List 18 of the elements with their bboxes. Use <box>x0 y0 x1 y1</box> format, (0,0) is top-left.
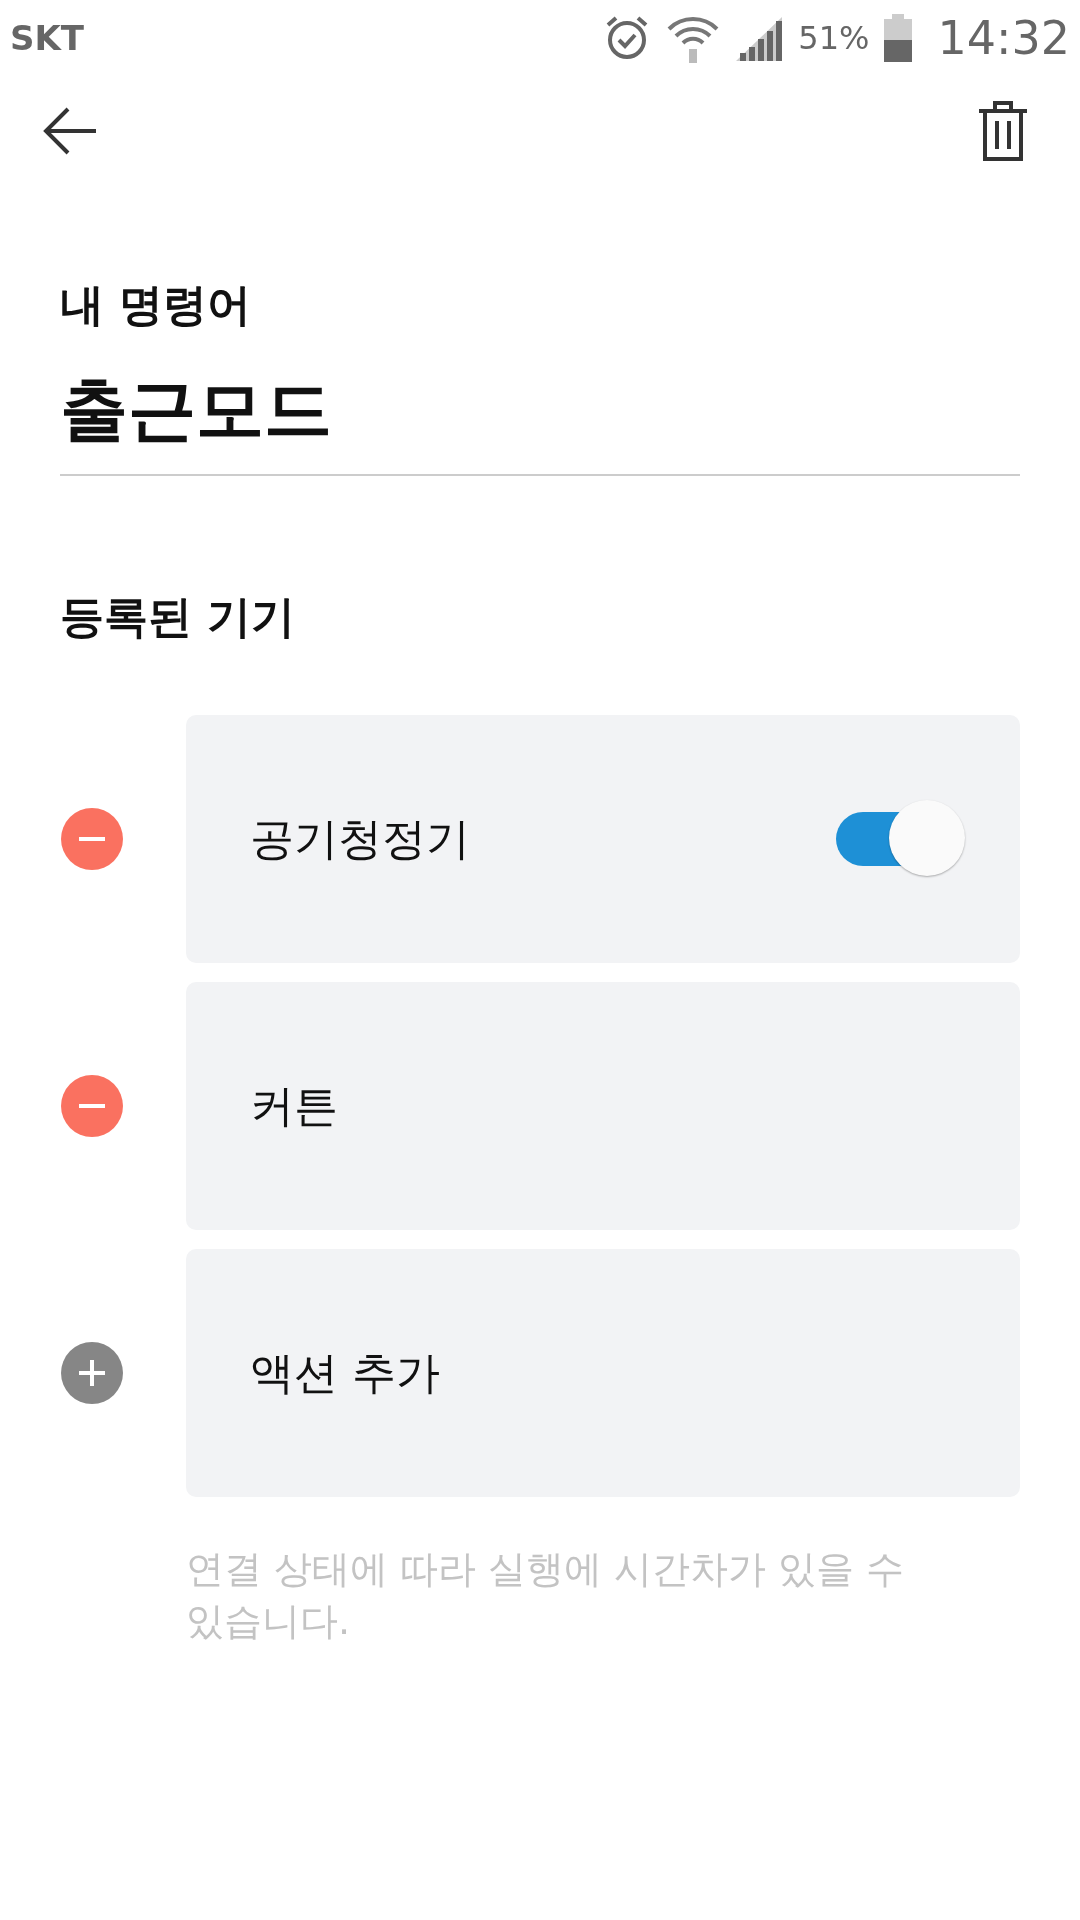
section-title: 등록된 기기 <box>60 590 297 644</box>
device-name: 커튼 <box>250 1078 338 1133</box>
add-icon[interactable] <box>60 1341 124 1405</box>
device-card[interactable]: 공기청정기 <box>186 715 1020 963</box>
battery-icon <box>883 13 914 63</box>
command-name-field[interactable]: 출근모드 <box>60 365 1020 476</box>
device-name: 공기청정기 <box>250 811 470 866</box>
device-card[interactable]: 커튼 <box>186 982 1020 1230</box>
info-note: 연결 상태에 따라 실행에 시간차가 있을 수 있습니다. <box>186 1546 906 1645</box>
device-name: 액션 추가 <box>250 1345 440 1400</box>
remove-icon[interactable] <box>60 807 124 871</box>
add-action-card[interactable]: 액션 추가 <box>186 1249 1020 1497</box>
battery-percent: 51% <box>798 19 870 57</box>
section-label: 내 명령어 <box>60 278 253 332</box>
remove-icon[interactable] <box>60 1074 124 1138</box>
carrier-name: SKT <box>10 18 85 58</box>
trash-icon[interactable] <box>976 99 1030 163</box>
clock-time: 14:32 <box>937 11 1070 65</box>
